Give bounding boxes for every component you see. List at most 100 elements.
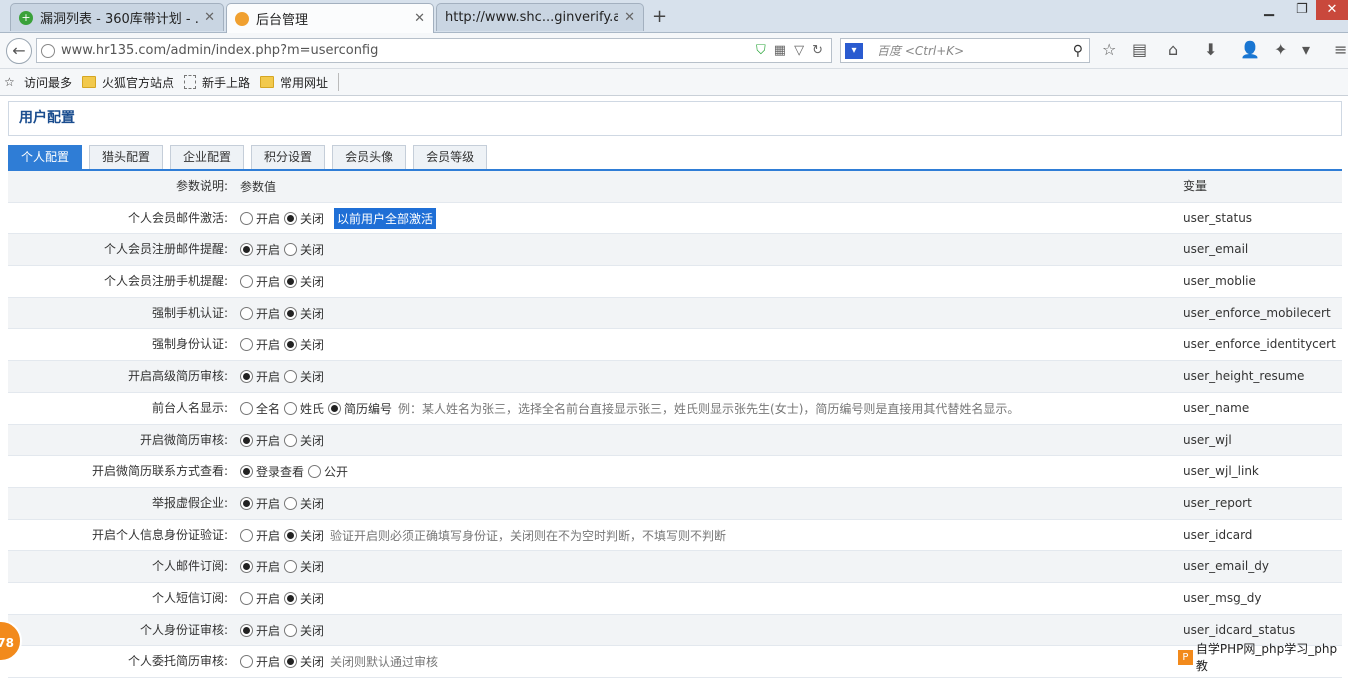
search-icon[interactable]: ⚲ xyxy=(1073,43,1083,59)
search-bar[interactable]: ▾ 百度 <Ctrl+K> ⚲ xyxy=(840,38,1090,63)
bookmark-star-icon[interactable]: ☆ xyxy=(1102,40,1116,59)
url-text[interactable]: www.hr135.com/admin/index.php?m=userconf… xyxy=(61,43,756,58)
radio-circle-icon[interactable] xyxy=(284,243,298,257)
radio-circle-icon[interactable] xyxy=(308,465,322,479)
radio-circle-icon[interactable] xyxy=(240,655,253,669)
radio-option[interactable]: 关闭 xyxy=(284,527,324,544)
dropdown-arrow-icon[interactable]: ▽ xyxy=(794,43,804,58)
radio-option[interactable]: 关闭 xyxy=(284,622,324,639)
radio-option[interactable]: 开启 xyxy=(240,495,280,512)
menu-icon[interactable]: ≡ xyxy=(1334,40,1347,59)
radio-circle-icon[interactable] xyxy=(284,528,298,542)
radio-circle-icon[interactable] xyxy=(240,338,253,352)
radio-option[interactable]: 姓氏 xyxy=(284,400,324,417)
radio-circle-icon[interactable] xyxy=(240,370,253,384)
radio-circle-icon[interactable] xyxy=(240,528,253,542)
radio-option[interactable]: 开启 xyxy=(240,241,280,258)
shield-icon[interactable]: ⛉ xyxy=(756,43,766,58)
radio-circle-icon[interactable] xyxy=(240,211,253,225)
tab-5[interactable]: 会员等级 xyxy=(413,145,488,169)
radio-circle-icon[interactable] xyxy=(284,306,298,320)
radio-circle-icon[interactable] xyxy=(284,655,298,669)
dropdown-icon[interactable]: ▾ xyxy=(1302,40,1310,59)
radio-circle-icon[interactable] xyxy=(284,338,298,352)
radio-circle-icon[interactable] xyxy=(284,370,298,384)
download-icon[interactable]: ⬇ xyxy=(1204,40,1217,59)
radio-circle-icon[interactable] xyxy=(240,560,253,574)
close-tab-icon[interactable]: ✕ xyxy=(414,11,425,26)
radio-option[interactable]: 关闭 xyxy=(284,495,324,512)
radio-option[interactable]: 关闭 xyxy=(284,368,324,385)
radio-circle-icon[interactable] xyxy=(240,465,253,479)
radio-option[interactable]: 公开 xyxy=(308,463,348,480)
radio-option[interactable]: 开启 xyxy=(240,653,280,670)
extension-icon[interactable]: ✦ xyxy=(1274,40,1287,59)
tab-1[interactable]: 猎头配置 xyxy=(89,145,164,169)
home-icon[interactable]: ⌂ xyxy=(1168,40,1178,59)
radio-circle-icon[interactable] xyxy=(284,560,298,574)
radio-circle-icon[interactable] xyxy=(240,623,253,637)
radio-option[interactable]: 开启 xyxy=(240,368,280,385)
radio-circle-icon[interactable] xyxy=(284,433,298,447)
new-tab-icon[interactable]: + xyxy=(652,6,667,27)
radio-circle-icon[interactable] xyxy=(240,433,253,447)
radio-option[interactable]: 开启 xyxy=(240,336,280,353)
minimize-icon[interactable]: ▁ xyxy=(1264,2,1274,17)
radio-option[interactable]: 关闭 xyxy=(284,590,324,607)
radio-option[interactable]: 开启 xyxy=(240,305,280,322)
radio-option[interactable]: 关闭 xyxy=(284,653,324,670)
bookmark-firefox-official[interactable]: 火狐官方站点 xyxy=(82,74,174,91)
radio-circle-icon[interactable] xyxy=(284,623,298,637)
tab-4[interactable]: 会员头像 xyxy=(332,145,407,169)
radio-option[interactable]: 登录查看 xyxy=(240,463,304,480)
radio-circle-icon[interactable] xyxy=(328,401,342,415)
bookmark-getting-started[interactable]: 新手上路 xyxy=(184,74,250,91)
url-bar[interactable]: www.hr135.com/admin/index.php?m=userconf… xyxy=(36,38,832,63)
radio-option[interactable]: 关闭 xyxy=(284,241,324,258)
radio-option[interactable]: 开启 xyxy=(240,622,280,639)
radio-option[interactable]: 关闭 xyxy=(284,336,324,353)
reload-icon[interactable]: ↻ xyxy=(812,43,823,58)
bookmark-common-sites[interactable]: 常用网址 xyxy=(260,74,328,91)
radio-circle-icon[interactable] xyxy=(240,243,253,257)
search-input[interactable]: 百度 <Ctrl+K> xyxy=(877,42,1073,59)
radio-option[interactable]: 简历编号 xyxy=(328,400,392,417)
radio-circle-icon[interactable] xyxy=(284,211,298,225)
radio-option[interactable]: 全名 xyxy=(240,400,280,417)
radio-option[interactable]: 开启 xyxy=(240,273,280,290)
radio-circle-icon[interactable] xyxy=(284,275,298,289)
close-tab-icon[interactable]: ✕ xyxy=(204,10,215,25)
radio-circle-icon[interactable] xyxy=(240,275,253,289)
radio-option[interactable]: 开启 xyxy=(240,210,280,227)
radio-circle-icon[interactable] xyxy=(284,591,298,605)
tab-3[interactable]: 积分设置 xyxy=(251,145,326,169)
window-close-icon[interactable]: ✕ xyxy=(1316,0,1348,20)
radio-circle-icon[interactable] xyxy=(240,591,253,605)
tab-0[interactable]: 个人配置 xyxy=(8,145,83,169)
radio-circle-icon[interactable] xyxy=(240,306,253,320)
browser-tab-3[interactable]: http://www.shc...ginverify.asp ✕ xyxy=(436,3,644,31)
radio-circle-icon[interactable] xyxy=(240,496,253,510)
reading-list-icon[interactable]: ▤ xyxy=(1132,40,1147,59)
bookmark-most-visited[interactable]: ☆ 访问最多 xyxy=(4,74,72,91)
browser-tab-2[interactable]: 后台管理 ✕ xyxy=(226,3,434,33)
radio-circle-icon[interactable] xyxy=(240,401,253,415)
radio-option[interactable]: 开启 xyxy=(240,432,280,449)
activate-all-button[interactable]: 以前用户全部激活 xyxy=(334,207,437,229)
radio-circle-icon[interactable] xyxy=(284,401,298,415)
qr-code-icon[interactable]: ▦ xyxy=(774,43,786,58)
radio-circle-icon[interactable] xyxy=(284,496,298,510)
browser-tab-1[interactable]: + 漏洞列表 - 360库带计划 - ... ✕ xyxy=(10,3,224,31)
radio-option[interactable]: 关闭 xyxy=(284,210,324,227)
radio-option[interactable]: 开启 xyxy=(240,590,280,607)
maximize-icon[interactable]: ❐ xyxy=(1296,2,1308,17)
back-arrow-icon[interactable]: ← xyxy=(6,38,32,64)
radio-option[interactable]: 关闭 xyxy=(284,273,324,290)
user-icon[interactable]: 👤 xyxy=(1240,40,1260,59)
radio-option[interactable]: 关闭 xyxy=(284,305,324,322)
radio-option[interactable]: 开启 xyxy=(240,527,280,544)
radio-option[interactable]: 关闭 xyxy=(284,558,324,575)
tab-2[interactable]: 企业配置 xyxy=(170,145,245,169)
baidu-engine-icon[interactable]: ▾ xyxy=(845,42,863,59)
radio-option[interactable]: 关闭 xyxy=(284,432,324,449)
